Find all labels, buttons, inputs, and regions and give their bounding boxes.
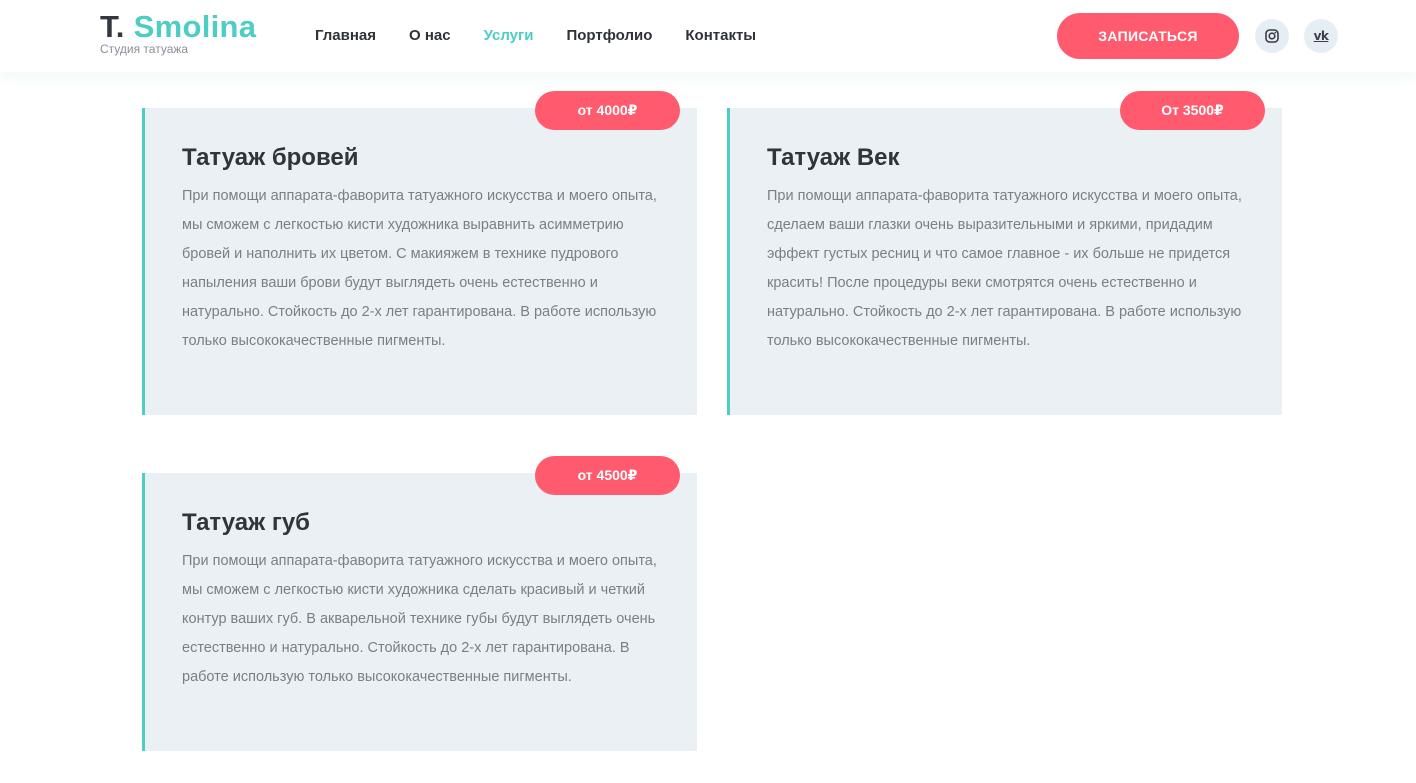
logo-title: T. Smolina bbox=[100, 10, 256, 44]
nav-link-portfolio[interactable]: Портфолио bbox=[566, 26, 652, 46]
main-nav: Главная О нас Услуги Портфолио Контакты bbox=[315, 26, 789, 46]
service-description: При помощи аппарата-фаворита татуажного … bbox=[767, 188, 1242, 349]
instagram-icon bbox=[1265, 29, 1279, 43]
service-title: Татуаж бровей bbox=[182, 144, 359, 171]
service-title: Татуаж Век bbox=[767, 144, 900, 171]
nav-link-home[interactable]: Главная bbox=[315, 26, 376, 46]
price-badge: от 4000₽ bbox=[535, 91, 680, 130]
service-card-eyelids: От 3500₽ Татуаж Век При помощи аппарата-… bbox=[727, 91, 1282, 415]
instagram-link[interactable] bbox=[1255, 19, 1289, 53]
site-header: T. Smolina Студия татуажа Главная О нас … bbox=[0, 0, 1416, 72]
vk-icon: vk bbox=[1313, 29, 1329, 43]
logo-name: Smolina bbox=[133, 9, 257, 44]
nav-link-about[interactable]: О нас bbox=[409, 26, 451, 46]
nav-link-contacts[interactable]: Контакты bbox=[685, 26, 756, 46]
price-badge: От 3500₽ bbox=[1120, 91, 1265, 130]
nav-link-services[interactable]: Услуги bbox=[484, 26, 534, 46]
service-card-brows: от 4000₽ Татуаж бровей При помощи аппара… bbox=[142, 91, 697, 415]
service-card-lips: от 4500₽ Татуаж губ При помощи аппарата-… bbox=[142, 456, 697, 751]
logo-prefix: T. bbox=[100, 9, 125, 44]
price-badge: от 4500₽ bbox=[535, 456, 680, 495]
logo-subtitle: Студия татуажа bbox=[100, 42, 189, 56]
book-appointment-button[interactable]: ЗАПИСАТЬСЯ bbox=[1057, 13, 1239, 59]
service-title: Татуаж губ bbox=[182, 509, 310, 536]
vk-link[interactable]: vk bbox=[1304, 19, 1338, 53]
logo[interactable]: T. Smolina Студия татуажа bbox=[100, 10, 256, 56]
service-description: При помощи аппарата-фаворита татуажного … bbox=[182, 553, 657, 685]
service-description: При помощи аппарата-фаворита татуажного … bbox=[182, 188, 657, 349]
